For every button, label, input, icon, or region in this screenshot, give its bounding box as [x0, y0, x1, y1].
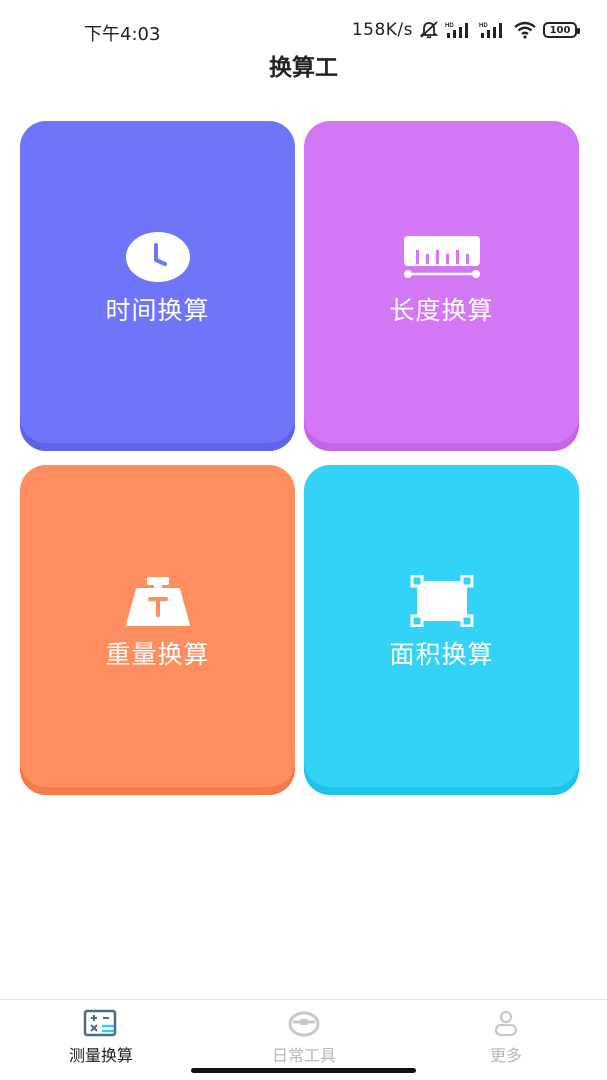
nav-measure-convert-label: 测量换算 — [68, 1046, 133, 1065]
wifi-icon — [514, 21, 536, 39]
nav-daily-tools[interactable]: 日常工具 — [244, 1008, 364, 1066]
ruler-icon — [403, 236, 480, 278]
user-icon — [494, 1010, 518, 1037]
area-conversion-label: 面积换算 — [389, 640, 494, 669]
svg-text:HD: HD — [445, 23, 454, 29]
status-icons: 158K/s HD HD 100 — [351, 20, 580, 40]
mute-bell-icon — [419, 21, 439, 39]
weight-conversion-card[interactable]: 重量换算 — [20, 465, 295, 795]
network-speed: 158K/s — [351, 20, 413, 40]
toolbox-icon — [288, 1011, 320, 1037]
time-conversion-label: 时间换算 — [105, 296, 210, 325]
nav-more-label: 更多 — [489, 1046, 522, 1065]
home-indicator[interactable] — [191, 1068, 416, 1073]
svg-text:HD: HD — [479, 23, 488, 29]
converter-grid: 时间换算 长度换算 重量换算 面积换算 — [20, 121, 579, 796]
length-conversion-card[interactable]: 长度换算 — [304, 121, 579, 451]
nav-daily-tools-label: 日常工具 — [271, 1046, 336, 1065]
signal-hd-icon-2: HD — [479, 23, 502, 38]
length-conversion-label: 长度换算 — [389, 296, 494, 325]
nav-measure-convert[interactable]: 测量换算 — [41, 1008, 161, 1066]
status-bar: 下午4:03 158K/s HD HD 100 — [0, 0, 607, 45]
time-conversion-card[interactable]: 时间换算 — [20, 121, 295, 451]
status-time: 下午4:03 — [84, 24, 161, 45]
page-title: 换算工 — [269, 55, 338, 81]
area-icon — [410, 575, 473, 627]
battery-icon: 100 — [543, 22, 580, 38]
weight-icon — [125, 577, 190, 626]
clock-icon — [125, 232, 190, 282]
area-conversion-card[interactable]: 面积换算 — [304, 465, 579, 795]
calculator-icon — [83, 1009, 117, 1037]
weight-conversion-label: 重量换算 — [105, 640, 210, 669]
signal-hd-icon: HD — [445, 23, 468, 38]
nav-more[interactable]: 更多 — [446, 1008, 566, 1066]
